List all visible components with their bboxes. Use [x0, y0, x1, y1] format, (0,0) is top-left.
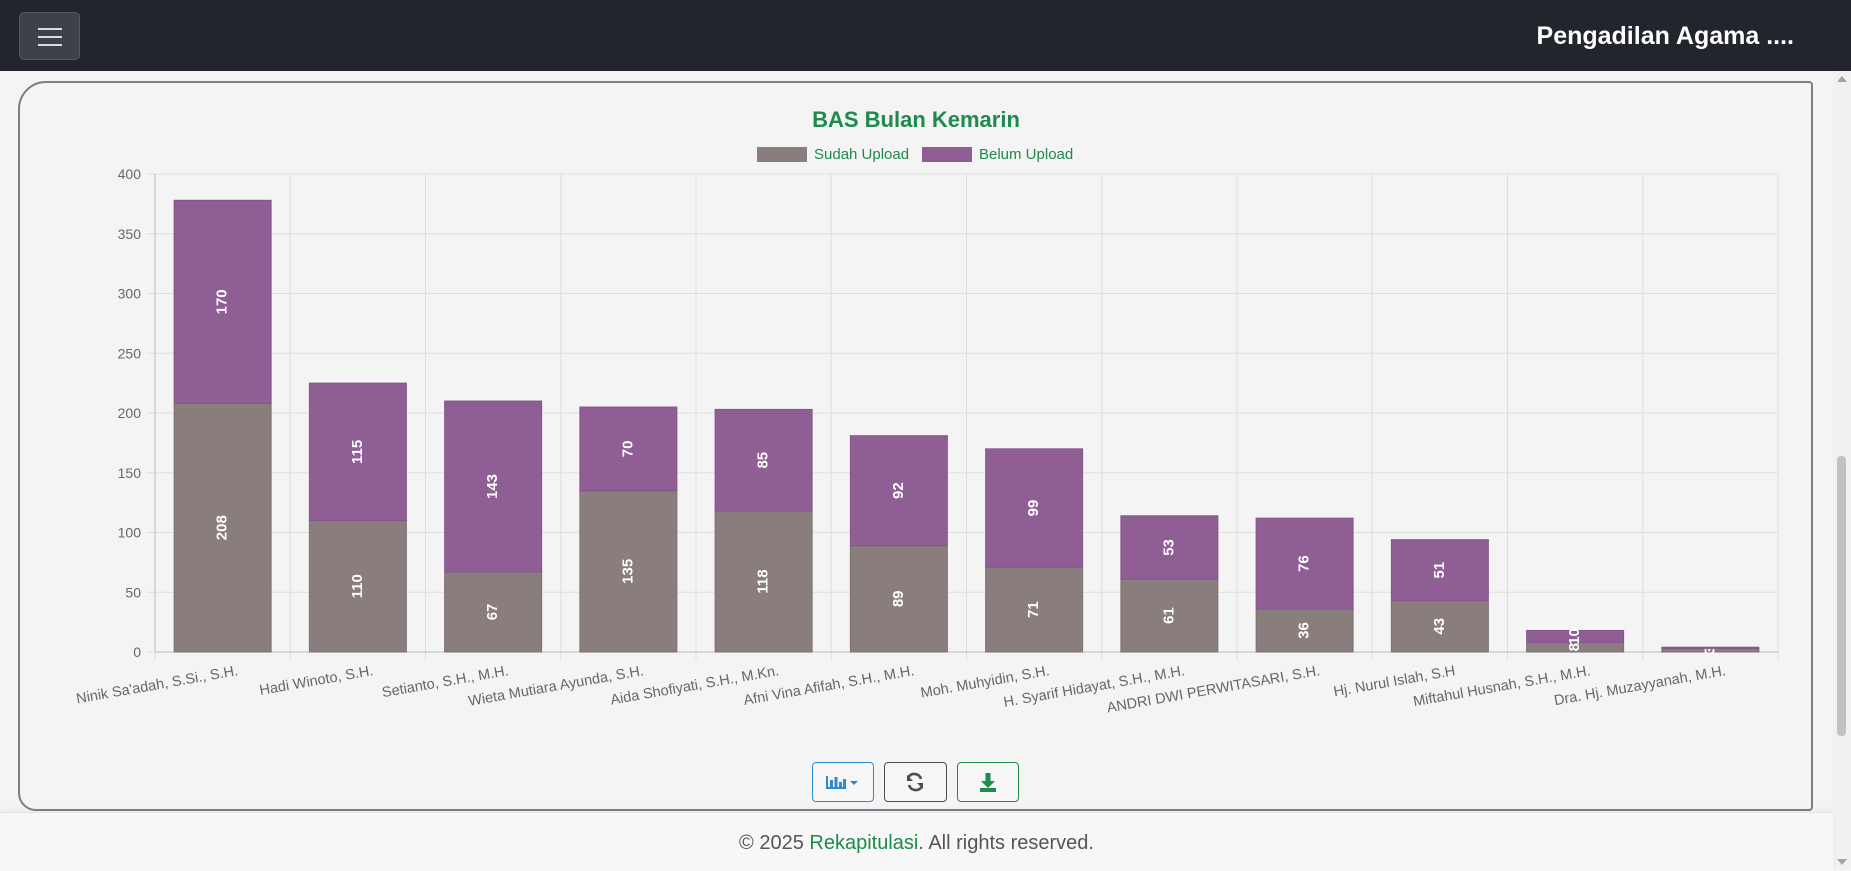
- y-tick-label: 100: [118, 525, 142, 541]
- bar-belum-upload: [1661, 646, 1760, 649]
- scroll-up-arrow-icon[interactable]: [1837, 76, 1847, 82]
- footer: © 2025 Rekapitulasi. All rights reserved…: [0, 812, 1833, 871]
- scrollbar-thumb[interactable]: [1837, 456, 1846, 736]
- bar-value-label: 89: [890, 590, 907, 607]
- bar-value-label: 85: [755, 452, 772, 469]
- y-tick-label: 0: [133, 644, 141, 660]
- bar-value-label: 99: [1025, 500, 1042, 517]
- hamburger-icon-line: [38, 28, 62, 30]
- refresh-button[interactable]: [884, 762, 947, 802]
- app-title: Pengadilan Agama ....: [1536, 22, 1794, 50]
- scroll-down-arrow-icon[interactable]: [1837, 859, 1847, 865]
- bar-value-label: 36: [1296, 622, 1313, 639]
- bar-value-label: 71: [1025, 601, 1042, 618]
- bar-value-label: 61: [1160, 607, 1177, 624]
- refresh-icon: [907, 772, 923, 792]
- bar-value-label: 76: [1296, 555, 1313, 572]
- bar-value-label: 208: [214, 515, 231, 540]
- download-icon: [980, 773, 996, 792]
- legend-swatch: [922, 147, 972, 162]
- bar-value-label: 110: [349, 574, 366, 598]
- hamburger-menu-button[interactable]: [19, 12, 80, 60]
- chart-title: BAS Bulan Kemarin: [812, 107, 1020, 132]
- x-tick-label: Ninik Sa'adah, S.Si., S.H.: [75, 663, 239, 707]
- page-scrollbar[interactable]: [1833, 71, 1851, 870]
- footer-copyright: © 2025: [739, 832, 810, 854]
- footer-brand-link[interactable]: Rekapitulasi: [809, 832, 918, 854]
- bar-value-label: 10: [1566, 628, 1583, 645]
- legend-label: Sudah Upload: [814, 146, 909, 163]
- stacked-bar-chart: BAS Bulan Kemarin Sudah Upload Belum Uploa…: [75, 107, 1779, 716]
- caret-down-icon: [850, 781, 858, 785]
- legend-label: Belum Upload: [979, 146, 1073, 163]
- top-navbar: Pengadilan Agama ....: [0, 0, 1851, 71]
- bar-value-label: 53: [1160, 539, 1177, 556]
- y-tick-label: 50: [125, 584, 141, 600]
- y-tick-label: 250: [118, 345, 142, 361]
- footer-rights: . All rights reserved.: [918, 832, 1094, 854]
- bar-value-label: 170: [214, 289, 231, 314]
- y-tick-label: 300: [118, 286, 142, 302]
- legend-swatch: [757, 147, 807, 162]
- bar-value-label: 43: [1431, 618, 1448, 635]
- bar-chart-icon: [826, 776, 858, 789]
- hamburger-icon-line: [38, 36, 62, 38]
- bar-value-label: 135: [619, 559, 636, 584]
- bar-value-label: 70: [619, 441, 636, 458]
- y-tick-label: 400: [118, 166, 142, 182]
- download-button[interactable]: [957, 762, 1019, 802]
- bar-value-label: 92: [890, 482, 907, 499]
- y-tick-label: 200: [118, 405, 142, 421]
- chart-type-dropdown-button[interactable]: [812, 762, 874, 802]
- y-tick-label: 350: [118, 226, 142, 242]
- footer-text: © 2025 Rekapitulasi. All rights reserved…: [0, 832, 1833, 855]
- bar-value-label: 118: [755, 569, 772, 593]
- y-tick-label: 150: [118, 465, 142, 481]
- hamburger-icon-line: [38, 44, 62, 46]
- bar-value-label: 51: [1431, 562, 1448, 579]
- bar-value-label: 143: [484, 474, 501, 499]
- bar-value-label: 115: [349, 440, 366, 464]
- x-tick-label: Hadi Winoto, S.H.: [258, 663, 374, 699]
- bar-value-label: 67: [484, 604, 501, 621]
